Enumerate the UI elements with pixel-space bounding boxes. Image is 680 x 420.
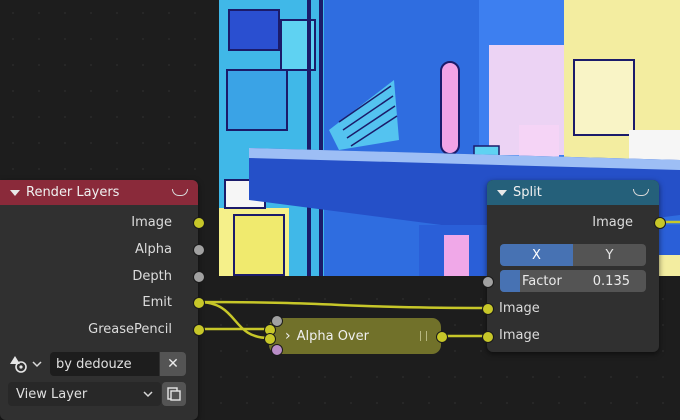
browse-icon (167, 387, 181, 401)
clear-scene-button[interactable]: ✕ (160, 352, 186, 376)
chevron-down-icon[interactable] (497, 189, 507, 196)
socket-alpha-output[interactable] (193, 244, 205, 256)
axis-x-button[interactable]: X (500, 244, 573, 266)
split-header[interactable]: Split (487, 180, 659, 205)
node-options-icon[interactable] (172, 189, 188, 196)
node-options-icon[interactable] (633, 189, 649, 196)
socket-alpha-over-output[interactable] (436, 331, 448, 343)
scene-icon (10, 356, 27, 373)
axis-y-button[interactable]: Y (573, 244, 646, 266)
factor-value: 0.135 (592, 273, 630, 289)
output-label-emit: Emit (142, 295, 172, 310)
socket-greasepencil-output[interactable] (193, 324, 205, 336)
socket-alpha-over-extra[interactable] (271, 344, 283, 356)
scene-name-field[interactable]: by dedouze (50, 352, 159, 376)
factor-slider-fill (500, 270, 520, 292)
chevron-down-icon (32, 361, 42, 368)
factor-label: Factor (522, 273, 562, 289)
output-label-greasepencil: GreasePencil (88, 322, 172, 337)
chevron-down-icon[interactable] (10, 189, 20, 196)
output-label-image: Image (131, 215, 172, 230)
output-label-depth: Depth (132, 269, 172, 284)
socket-split-image-2[interactable] (482, 331, 494, 343)
socket-split-image-1[interactable] (482, 303, 494, 315)
split-input-label-1: Image (499, 301, 540, 316)
chevron-down-icon (143, 391, 153, 398)
factor-slider[interactable]: Factor 0.135 (500, 270, 646, 292)
output-label-alpha: Alpha (135, 242, 172, 257)
alpha-over-title: Alpha Over (296, 328, 369, 344)
grip-icon (420, 331, 427, 341)
split-node[interactable]: Split Image Image Image (487, 180, 659, 352)
socket-emit-output[interactable] (193, 297, 205, 309)
scene-selector-button[interactable] (8, 352, 50, 376)
split-title: Split (513, 185, 542, 200)
view-layer-dropdown[interactable]: View Layer (8, 382, 161, 406)
socket-image-output[interactable] (193, 217, 205, 229)
socket-depth-output[interactable] (193, 271, 205, 283)
alpha-over-node[interactable]: › Alpha Over (269, 318, 441, 354)
chevron-right-icon[interactable]: › (285, 328, 291, 344)
view-layer-browse-button[interactable] (162, 382, 186, 406)
split-output-label: Image (592, 215, 633, 230)
render-layers-title: Render Layers (26, 185, 120, 200)
socket-split-output[interactable] (654, 217, 666, 229)
split-axis-toggle[interactable]: X Y (500, 244, 646, 266)
socket-alpha-over-image-2[interactable] (264, 333, 276, 345)
view-layer-label: View Layer (16, 386, 88, 402)
x-icon: ✕ (167, 356, 179, 372)
split-input-label-2: Image (499, 328, 540, 343)
socket-split-factor[interactable] (482, 276, 494, 288)
render-layers-header[interactable]: Render Layers (0, 180, 198, 205)
